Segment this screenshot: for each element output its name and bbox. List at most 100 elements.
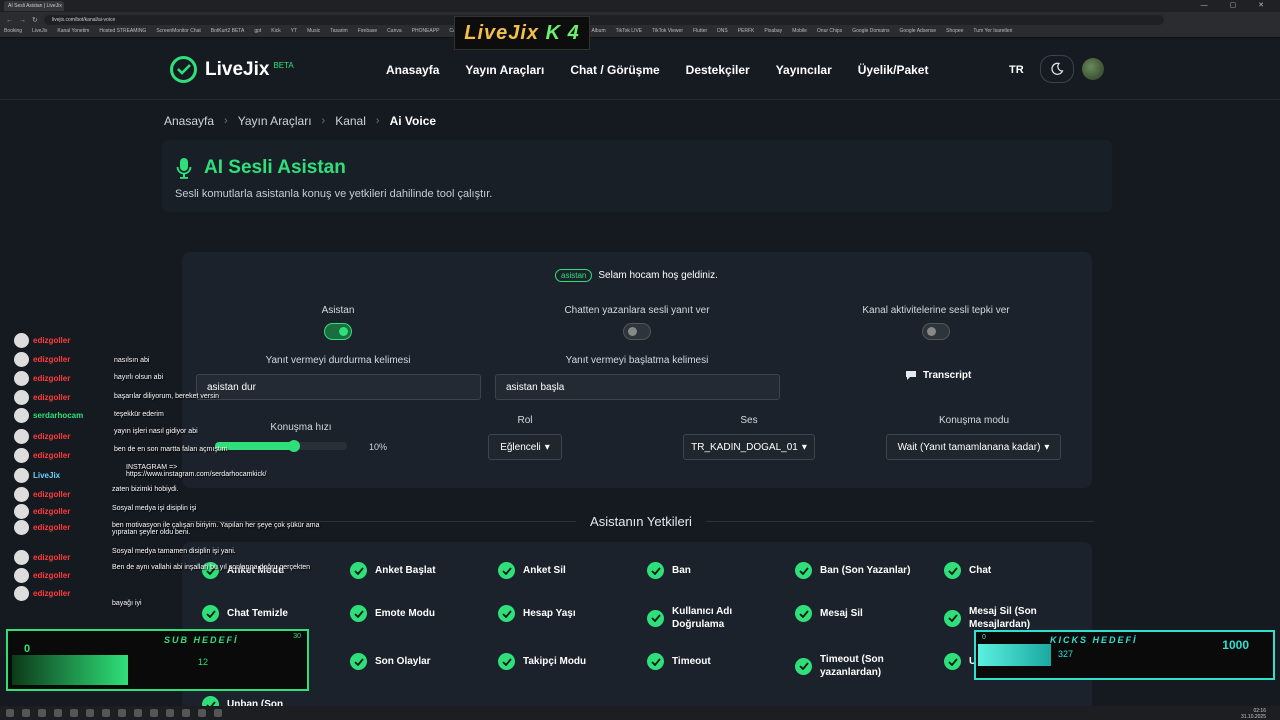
bookmark-item[interactable]: LiveJix <box>32 28 47 37</box>
speech-mode-select[interactable]: Wait (Yanıt tamamlanana kadar) ▾ <box>886 434 1061 460</box>
transcript-button[interactable]: Transcript <box>905 370 971 381</box>
permission-item[interactable]: Timeout <box>647 653 711 670</box>
taskbar-app-icon[interactable] <box>150 709 158 717</box>
bookmark-item[interactable]: Shopee <box>946 28 963 37</box>
bookmark-item[interactable]: Tum Yer Isaretleri <box>973 28 1012 37</box>
nav-chat[interactable]: Chat / Görüşme <box>570 63 659 77</box>
chat-username[interactable]: edizgoller <box>33 553 70 562</box>
bookmark-item[interactable]: gpt <box>254 28 261 37</box>
taskbar-app-icon[interactable] <box>54 709 62 717</box>
bookmark-item[interactable]: Mobile <box>792 28 807 37</box>
brand[interactable]: LiveJix BETA <box>170 56 294 83</box>
chat-username[interactable]: edizgoller <box>33 336 70 345</box>
permission-item[interactable]: Mesaj Sil <box>795 605 863 622</box>
breadcrumb-channel[interactable]: Kanal <box>335 114 366 128</box>
permission-item[interactable]: Mesaj Sil (Son Mesajlardan) <box>944 605 1069 631</box>
permission-label: Takipçi Modu <box>523 656 587 667</box>
bookmark-item[interactable]: Flutter <box>693 28 707 37</box>
bookmark-item[interactable]: Music <box>307 28 320 37</box>
chat-username[interactable]: LiveJix <box>33 471 60 480</box>
user-avatar[interactable] <box>1082 58 1104 80</box>
permission-item[interactable]: Emote Modu <box>350 605 435 622</box>
theme-toggle-button[interactable] <box>1040 55 1074 83</box>
bookmark-item[interactable]: PERFK <box>738 28 755 37</box>
bookmark-item[interactable]: BotKurt2 BETA <box>211 28 245 37</box>
chat-username[interactable]: edizgoller <box>33 393 70 402</box>
taskbar-app-icon[interactable] <box>102 709 110 717</box>
permission-item[interactable]: Son Olaylar <box>350 653 431 670</box>
bookmark-item[interactable]: Onur Chips <box>817 28 842 37</box>
bookmark-item[interactable]: Kick <box>271 28 280 37</box>
start-word-input[interactable] <box>495 374 780 400</box>
bookmark-item[interactable]: Booking <box>4 28 22 37</box>
bookmark-item[interactable]: Hosted STREAMING <box>99 28 146 37</box>
bookmark-item[interactable]: Google Adsense <box>899 28 936 37</box>
chat-voice-reply-toggle[interactable] <box>623 323 651 340</box>
chat-message-row: edizgoller <box>14 586 70 601</box>
chat-username[interactable]: edizgoller <box>33 432 70 441</box>
nav-home[interactable]: Anasayfa <box>386 63 439 77</box>
role-select[interactable]: Eğlenceli ▾ <box>488 434 562 460</box>
divider <box>705 521 1094 522</box>
taskbar-app-icon[interactable] <box>38 709 46 717</box>
taskbar-app-icon[interactable] <box>198 709 206 717</box>
taskbar-app-icon[interactable] <box>134 709 142 717</box>
nav-streamers[interactable]: Yayıncılar <box>776 63 832 77</box>
kicks-goal-widget: 0 KICKS HEDEFİ 1000 327 <box>974 630 1275 680</box>
bookmark-item[interactable]: Google Domains <box>852 28 889 37</box>
bookmark-item[interactable]: Canva <box>387 28 401 37</box>
channel-activity-toggle[interactable] <box>922 323 950 340</box>
permission-item[interactable]: Takipçi Modu <box>498 653 586 670</box>
permission-item[interactable]: Chat <box>944 562 991 579</box>
taskbar-app-icon[interactable] <box>118 709 126 717</box>
bookmark-item[interactable]: Firebase <box>358 28 377 37</box>
chat-username[interactable]: edizgoller <box>33 571 70 580</box>
chat-username[interactable]: edizgoller <box>33 507 70 516</box>
taskbar-app-icon[interactable] <box>214 709 222 717</box>
permission-item[interactable]: Ban (Son Yazanlar) <box>795 562 910 579</box>
bookmark-item[interactable]: ScreenMonitor Chat <box>156 28 200 37</box>
breadcrumb-stream-tools[interactable]: Yayın Araçları <box>238 114 312 128</box>
taskbar-app-icon[interactable] <box>182 709 190 717</box>
chat-username[interactable]: edizgoller <box>33 523 70 532</box>
status-text: Selam hocam hoş geldiniz. <box>598 270 718 281</box>
permission-item[interactable]: Ban <box>647 562 691 579</box>
permission-item[interactable]: Kullanıcı Adı Doğrulama <box>647 605 772 631</box>
bookmark-item[interactable]: Pixabay <box>764 28 782 37</box>
chat-username[interactable]: edizgoller <box>33 451 70 460</box>
back-icon[interactable]: ← <box>6 17 13 24</box>
bookmark-item[interactable]: Tasarim <box>330 28 348 37</box>
url-input[interactable]: livejix.com/bot/kanal/ai-voice <box>43 15 1164 25</box>
bookmark-item[interactable]: DNS <box>717 28 728 37</box>
language-selector[interactable]: TR <box>1009 64 1024 76</box>
permission-item[interactable]: Anket Sil <box>498 562 566 579</box>
permission-item[interactable]: Hesap Yaşı <box>498 605 576 622</box>
bookmark-item[interactable]: PHONEAPP <box>412 28 440 37</box>
chat-username[interactable]: serdarhocam <box>33 411 83 420</box>
breadcrumb-home[interactable]: Anasayfa <box>164 114 214 128</box>
voice-select[interactable]: TR_KADIN_DOGAL_01 ▾ <box>683 434 815 460</box>
browser-tab[interactable]: AI Sesli Asistan | LiveJix <box>4 1 64 11</box>
forward-icon[interactable]: → <box>19 17 26 24</box>
taskbar-app-icon[interactable] <box>70 709 78 717</box>
stream-logo-suffix: K 4 <box>545 21 580 44</box>
nav-supporters[interactable]: Destekçiler <box>686 63 750 77</box>
taskbar-app-icon[interactable] <box>6 709 14 717</box>
bookmark-item[interactable]: Kanal Yonetim <box>57 28 89 37</box>
chat-username[interactable]: edizgoller <box>33 490 70 499</box>
bookmark-item[interactable]: TikTok LIVE <box>616 28 643 37</box>
reload-icon[interactable]: ↻ <box>32 16 38 24</box>
nav-membership[interactable]: Üyelik/Paket <box>858 63 929 77</box>
permission-item[interactable]: Timeout (Son yazanlardan) <box>795 653 920 679</box>
taskbar-app-icon[interactable] <box>22 709 30 717</box>
permission-item[interactable]: Anket Başlat <box>350 562 436 579</box>
bookmark-item[interactable]: YT <box>291 28 297 37</box>
window-controls[interactable]: — ▢ ✕ <box>1201 1 1274 9</box>
nav-stream-tools[interactable]: Yayın Araçları <box>465 63 544 77</box>
taskbar-app-icon[interactable] <box>86 709 94 717</box>
taskbar-app-icon[interactable] <box>166 709 174 717</box>
chat-username[interactable]: edizgoller <box>33 374 70 383</box>
bookmark-item[interactable]: TikTok Viewer <box>652 28 683 37</box>
chat-username[interactable]: edizgoller <box>33 589 70 598</box>
chat-username[interactable]: edizgoller <box>33 355 70 364</box>
